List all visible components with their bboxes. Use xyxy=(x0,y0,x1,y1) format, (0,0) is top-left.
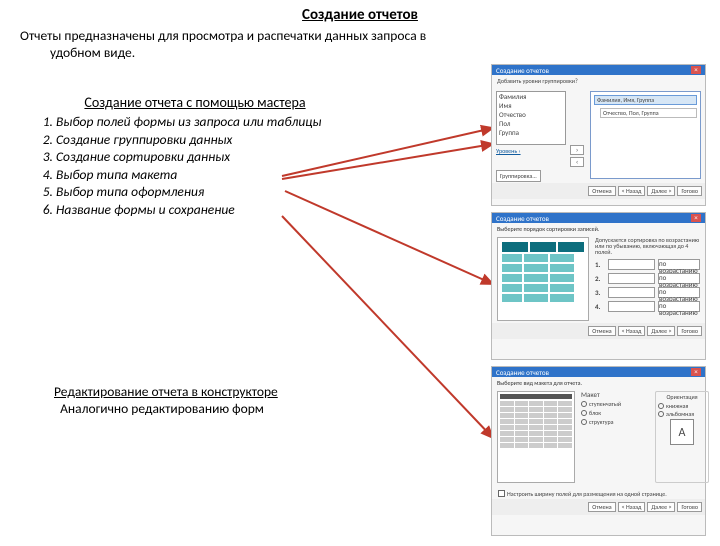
sort-label-3: 3. xyxy=(595,289,605,296)
layout-opt-2[interactable]: блок xyxy=(581,410,649,416)
list-item[interactable]: Фамилия xyxy=(497,92,565,101)
remove-button[interactable]: ‹ xyxy=(570,157,584,167)
intro-text: Отчеты предназначены для просмотра и рас… xyxy=(20,28,700,62)
layout-opt-3[interactable]: структура xyxy=(581,419,649,425)
step-3: Создание сортировки данных xyxy=(56,148,370,166)
checkbox-icon xyxy=(498,490,505,497)
sort-dir-4[interactable]: по возрастанию xyxy=(658,301,700,312)
back-button[interactable]: < Назад xyxy=(618,186,646,196)
layout-heading: Макет xyxy=(581,391,649,398)
grouping-preview: Фамилия, Имя, Группа Отчество, Пол, Груп… xyxy=(590,91,701,179)
sort-label-1: 1. xyxy=(595,261,605,268)
sort-field-3[interactable] xyxy=(608,287,655,298)
finish-button[interactable]: Готово xyxy=(677,502,702,512)
sort-preview xyxy=(497,237,589,321)
titlebar: Создание отчетов × xyxy=(492,367,705,377)
wizard-panel-sorting: Создание отчетов × Выберите порядок сорт… xyxy=(491,212,706,360)
list-item[interactable]: Имя xyxy=(497,101,565,110)
back-button[interactable]: < Назад xyxy=(618,326,646,336)
sort-form: Допускается сортировка по возрастанию ил… xyxy=(595,237,700,321)
preview-group-2: Отчество, Пол, Группа xyxy=(600,108,697,118)
orient-portrait[interactable]: книжная xyxy=(658,403,706,409)
checkbox-label: Настроить ширину полей для размещения на… xyxy=(507,491,667,497)
priority-label: Уровень › xyxy=(496,148,566,154)
next-button[interactable]: Далее > xyxy=(647,502,675,512)
cancel-button[interactable]: Отмена xyxy=(588,186,615,196)
grouping-prompt: Добавить уровни группировки? xyxy=(492,75,705,87)
subtitle: Создание отчета с помощью мастера xyxy=(20,94,370,111)
wizard-buttons: Отмена < Назад Далее > Готово xyxy=(492,323,705,339)
layout-preview xyxy=(497,391,575,483)
add-button[interactable]: › xyxy=(570,145,584,155)
list-item[interactable]: Отчество xyxy=(497,110,565,119)
list-item[interactable]: Группа xyxy=(497,128,565,137)
wizard-buttons: Отмена < Назад Далее > Готово xyxy=(492,499,705,515)
main-content: Создание отчета с помощью мастера Выбор … xyxy=(20,94,370,218)
titlebar-text: Создание отчетов xyxy=(496,369,549,376)
sort-dir-3[interactable]: по возрастанию xyxy=(658,287,700,298)
finish-button[interactable]: Готово xyxy=(677,186,702,196)
layout-options: Макет ступенчатый блок структура xyxy=(581,391,649,483)
sort-label-2: 2. xyxy=(595,275,605,282)
wizard-panel-grouping: Создание отчетов × Добавить уровни групп… xyxy=(491,64,706,206)
step-4: Выбор типа макета xyxy=(56,166,370,184)
move-buttons: › ‹ xyxy=(570,145,586,179)
titlebar-text: Создание отчетов xyxy=(496,215,549,222)
wizard-buttons: Отмена < Назад Далее > Готово xyxy=(492,183,705,199)
grouping-options-button[interactable]: Группировка... xyxy=(496,170,541,182)
sort-dir-2[interactable]: по возрастанию xyxy=(658,273,700,284)
fields-listbox[interactable]: Фамилия Имя Отчество Пол Группа xyxy=(496,91,566,145)
close-icon[interactable]: × xyxy=(691,66,701,74)
titlebar-text: Создание отчетов xyxy=(496,67,549,74)
intro-line-2: удобном виде. xyxy=(20,44,135,61)
titlebar: Создание отчетов × xyxy=(492,213,705,223)
finish-button[interactable]: Готово xyxy=(677,326,702,336)
step-1: Выбор полей формы из запроса или таблицы xyxy=(56,113,370,131)
sort-label-4: 4. xyxy=(595,303,605,310)
preview-group-1: Фамилия, Имя, Группа xyxy=(594,95,697,105)
close-icon[interactable]: × xyxy=(691,214,701,222)
next-button[interactable]: Далее > xyxy=(647,326,675,336)
layout-opt-1[interactable]: ступенчатый xyxy=(581,401,649,407)
footer-note: Редактирование отчета в конструкторе Ана… xyxy=(54,384,394,418)
intro-line-1: Отчеты предназначены для просмотра и рас… xyxy=(20,27,426,44)
layout-hint: Выберите вид макета для отчета. xyxy=(492,377,705,389)
orientation-group: Ориентация книжная альбомная A xyxy=(655,391,709,483)
step-2: Создание группировки данных xyxy=(56,131,370,149)
orient-landscape[interactable]: альбомная xyxy=(658,411,706,417)
titlebar: Создание отчетов × xyxy=(492,65,705,75)
cancel-button[interactable]: Отмена xyxy=(588,326,615,336)
fit-width-checkbox[interactable]: Настроить ширину полей для размещения на… xyxy=(498,490,699,497)
sort-note: Допускается сортировка по возрастанию ил… xyxy=(595,237,700,255)
sort-hint: Выберите порядок сортировки записей. xyxy=(492,223,705,235)
sort-field-2[interactable] xyxy=(608,273,655,284)
wizard-panel-layout: Создание отчетов × Выберите вид макета д… xyxy=(491,366,706,536)
footer-line-1: Редактирование отчета в конструкторе xyxy=(54,383,278,400)
sort-field-4[interactable] xyxy=(608,301,655,312)
close-icon[interactable]: × xyxy=(691,368,701,376)
cancel-button[interactable]: Отмена xyxy=(588,502,615,512)
next-button[interactable]: Далее > xyxy=(647,186,675,196)
orientation-heading: Ориентация xyxy=(658,394,706,400)
sort-field-1[interactable] xyxy=(608,259,655,270)
list-item[interactable]: Пол xyxy=(497,119,565,128)
step-6: Название формы и сохранение xyxy=(56,201,370,219)
footer-line-2: Аналогично редактированию форм xyxy=(60,400,264,417)
sort-dir-1[interactable]: по возрастанию xyxy=(658,259,700,270)
back-button[interactable]: < Назад xyxy=(618,502,646,512)
steps-list: Выбор полей формы из запроса или таблицы… xyxy=(20,113,370,218)
step-5: Выбор типа оформления xyxy=(56,183,370,201)
orientation-icon: A xyxy=(670,419,694,445)
page-title: Создание отчетов xyxy=(0,6,720,24)
